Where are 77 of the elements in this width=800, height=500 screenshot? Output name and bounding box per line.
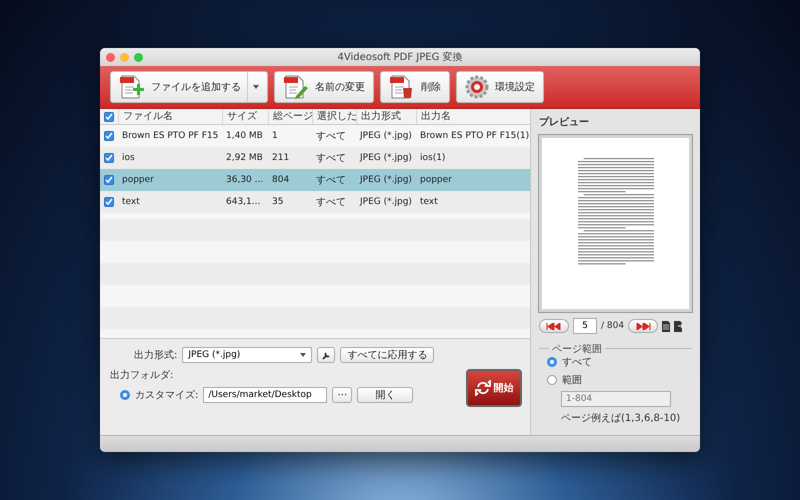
refresh-icon: [474, 380, 490, 396]
format-dropdown[interactable]: JPEG (*.jpg): [182, 347, 312, 363]
wrench-icon: [322, 350, 331, 360]
dropdown-button[interactable]: [247, 72, 259, 102]
table-cell-text: すべて: [315, 130, 347, 143]
preview-title: プレビュー: [539, 115, 590, 129]
browse-button[interactable]: ···: [332, 387, 352, 403]
column-header[interactable]: サイズ: [222, 109, 268, 124]
output-folder-label: 出力フォルダ:: [110, 368, 174, 382]
table-cell-text: JPEG (*.jpg): [358, 131, 413, 141]
output-format-label: 出力形式:: [134, 348, 178, 362]
toolbar-button[interactable]: 削除: [380, 71, 450, 103]
window-title: 4Videosoft PDF JPEG 変換: [336, 50, 464, 64]
customize-radio[interactable]: [120, 390, 130, 400]
table-cell-text: 211: [271, 153, 290, 163]
table-cell-text: JPEG (*.jpg): [358, 153, 413, 163]
table-cell-text: popper: [419, 175, 453, 185]
document-icon[interactable]: [662, 320, 670, 332]
range-option-label: 範囲: [562, 374, 582, 387]
toolbar-button[interactable]: 環境設定: [456, 71, 544, 103]
table-cell-text: ios(1): [419, 153, 446, 163]
column-header[interactable]: 総ページ: [268, 109, 312, 124]
previous-page-button[interactable]: [539, 319, 569, 333]
table-cell-text: text: [419, 197, 439, 207]
column-header[interactable]: 出力名: [416, 109, 530, 124]
row-checkbox[interactable]: [104, 197, 114, 207]
table-cell-text: 643,1...: [225, 197, 262, 207]
pdf-delete-icon: [389, 74, 415, 100]
file-row[interactable]: popper 36,30 ... 804 すべて JPEG (*.jpg) popper: [100, 169, 530, 191]
page-range-title: ページ範囲: [549, 342, 605, 356]
table-cell-text: Brown ES PTO PF F15(1): [419, 131, 530, 141]
folder-path-field[interactable]: /Users/market/Desktop: [203, 387, 328, 403]
column-header[interactable]: 出力形式: [356, 109, 416, 124]
pdf-edit-icon: [283, 74, 309, 100]
apply-all-button[interactable]: すべてに応用する: [340, 347, 434, 363]
row-checkbox[interactable]: [104, 153, 114, 163]
table-cell-text: JPEG (*.jpg): [358, 197, 413, 207]
table-cell-text: popper: [121, 175, 155, 185]
column-header[interactable]: 選択した: [312, 109, 356, 124]
page-number-field[interactable]: 5: [573, 318, 597, 334]
open-button[interactable]: 開く: [357, 387, 414, 403]
page-total: / 804: [601, 321, 624, 331]
table-cell-text: text: [121, 197, 141, 207]
table-cell-text: 804: [271, 175, 290, 185]
row-checkbox[interactable]: [104, 175, 114, 185]
table-cell-text: 2,92 MB: [225, 153, 264, 163]
next-page-button[interactable]: [628, 319, 658, 333]
close-button[interactable]: [106, 52, 115, 62]
caret-icon: [253, 85, 259, 89]
column-header[interactable]: ファイル名: [118, 109, 222, 124]
table-cell-text: すべて: [315, 174, 347, 187]
table-cell-text: ios: [121, 153, 136, 163]
select-all-checkbox[interactable]: [104, 112, 114, 122]
table-cell-text: すべて: [315, 196, 347, 209]
start-button[interactable]: 開始: [466, 369, 522, 407]
table-cell-text: 1,40 MB: [225, 131, 264, 141]
range-option-label: すべて: [562, 356, 592, 369]
row-checkbox[interactable]: [104, 131, 114, 141]
range-radio[interactable]: [547, 375, 557, 385]
page-range-hint: ページ例えば(1,3,6,8-10): [561, 412, 682, 425]
toolbar-button[interactable]: 名前の変更: [274, 71, 374, 103]
caret-icon: [300, 353, 306, 357]
gear-icon: [465, 75, 489, 99]
table-cell-text: 36,30 ...: [225, 175, 264, 185]
pdf-add-icon: [119, 74, 145, 100]
table-cell-text: 1: [271, 131, 279, 141]
table-cell-text: すべて: [315, 152, 347, 165]
document-export-icon[interactable]: [674, 320, 684, 332]
range-radio[interactable]: [547, 357, 557, 367]
fast-forward-icon: [635, 322, 652, 330]
rewind-icon: [546, 322, 562, 330]
table-cell-text: 35: [271, 197, 284, 207]
customize-label: カスタマイズ:: [135, 389, 198, 402]
table-cell-text: Brown ES PTO PF F15: [121, 131, 220, 141]
toolbar-button[interactable]: ファイルを追加する: [110, 71, 268, 103]
wrench-button[interactable]: [317, 347, 336, 363]
table-cell-text: JPEG (*.jpg): [358, 175, 413, 185]
